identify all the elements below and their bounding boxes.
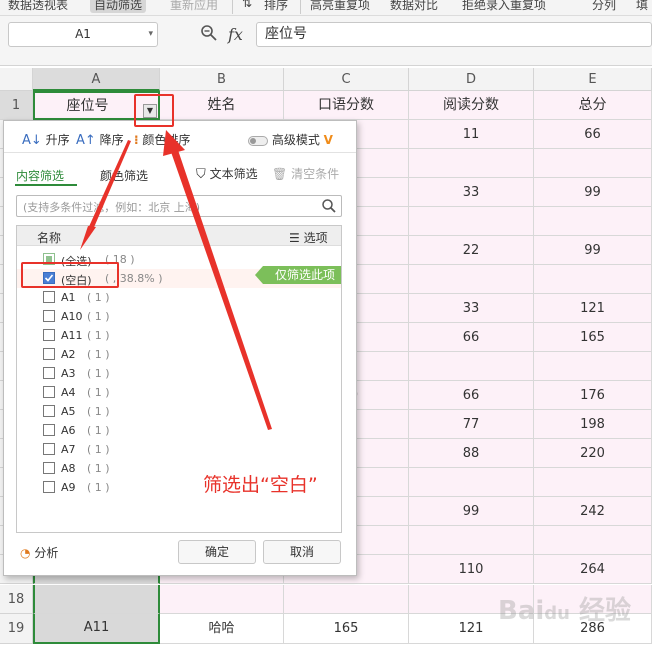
arrow-to-blank	[87, 140, 131, 232]
annotation-arrows	[80, 130, 272, 430]
annotation-text: 筛选出“空白”	[203, 474, 318, 496]
watermark-logo: Baidu 经验	[498, 596, 632, 626]
arrow-head-icon	[163, 130, 185, 156]
arrow-head-icon	[80, 226, 96, 250]
arrow-to-filter	[171, 150, 272, 430]
